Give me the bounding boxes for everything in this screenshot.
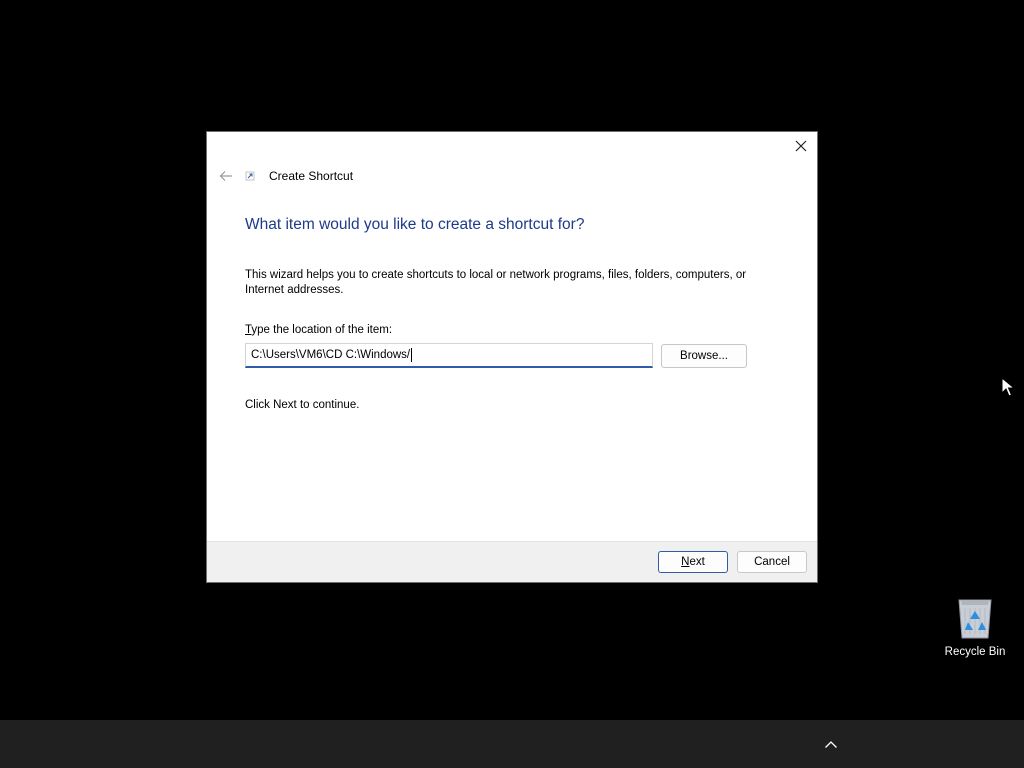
location-label-text: ype the location of the item: — [251, 324, 393, 336]
back-button[interactable] — [213, 166, 239, 186]
recycle-bin-label: Recycle Bin — [944, 646, 1006, 658]
recycle-bin-icon — [958, 599, 992, 639]
back-arrow-icon — [219, 171, 232, 181]
location-label: Type the location of the item: — [245, 324, 392, 336]
browse-button[interactable]: Browse... — [661, 344, 747, 368]
create-shortcut-dialog: Create Shortcut What item would you like… — [206, 131, 818, 583]
continue-instruction: Click Next to continue. — [245, 399, 360, 411]
dialog-footer: Next Cancel — [207, 541, 817, 582]
next-button[interactable]: Next — [658, 551, 728, 573]
close-button[interactable] — [785, 132, 817, 160]
wizard-header: Create Shortcut — [213, 166, 353, 186]
mouse-pointer-icon — [1001, 376, 1016, 402]
location-input-value: C:\Users\VM6\CD C:\Windows/ — [251, 349, 411, 361]
next-label: ext — [689, 556, 705, 568]
show-hidden-icons-button[interactable] — [818, 732, 844, 756]
wizard-description: This wizard helps you to create shortcut… — [245, 269, 747, 296]
cancel-button[interactable]: Cancel — [737, 551, 807, 573]
next-access-key: N — [681, 556, 690, 568]
page-heading: What item would you like to create a sho… — [245, 216, 585, 233]
recycle-bin-shortcut[interactable]: Recycle Bin — [940, 596, 1010, 658]
location-input[interactable]: C:\Users\VM6\CD C:\Windows/ — [245, 343, 653, 368]
chevron-up-icon — [825, 740, 837, 748]
close-icon — [795, 140, 807, 152]
window-title: Create Shortcut — [269, 169, 354, 183]
text-caret — [411, 348, 413, 362]
shortcut-wizard-icon — [243, 169, 257, 183]
taskbar — [0, 720, 1024, 768]
